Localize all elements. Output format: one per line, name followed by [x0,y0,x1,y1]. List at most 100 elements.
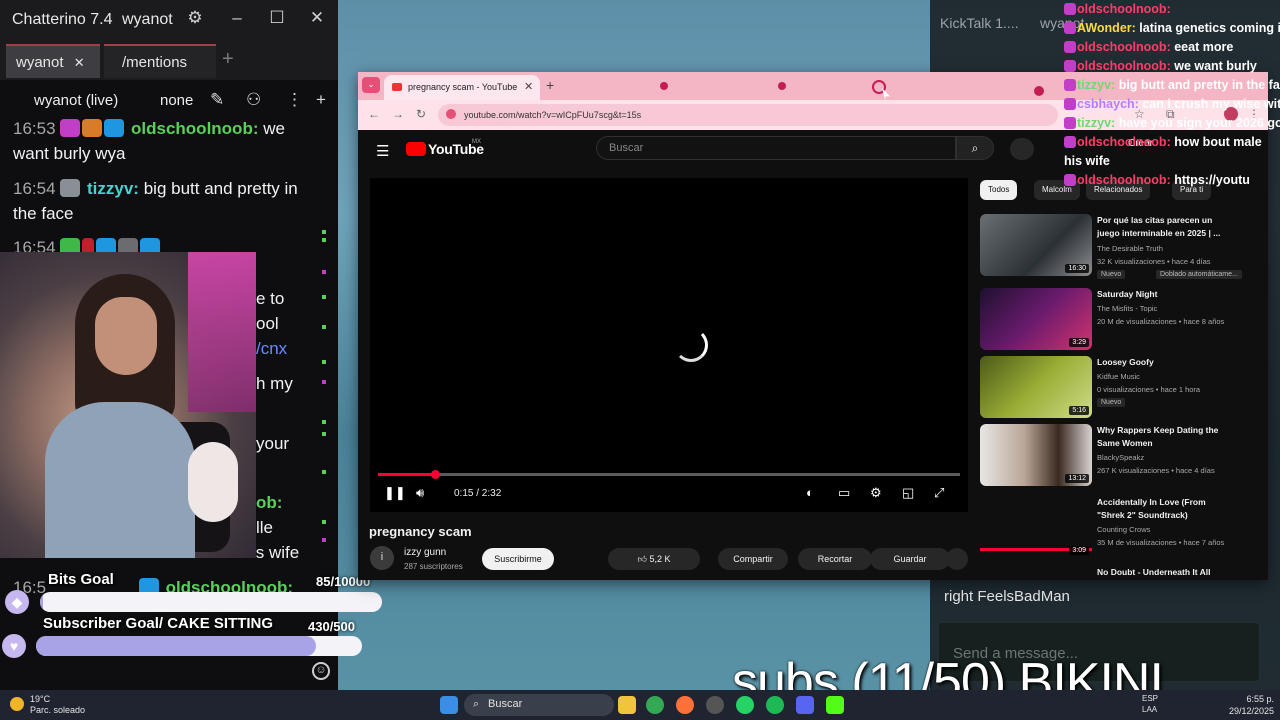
plus-icon[interactable]: + [316,90,326,110]
kicktalk-username[interactable]: oldschoolnoob: [1077,2,1171,16]
recommendation-item[interactable]: 16:30 Por qué las citas parecen un juego… [980,214,1260,279]
language-indicator[interactable]: ESP LAA [1142,693,1158,715]
username[interactable]: tizzyv: [87,179,139,198]
recommendation-channel[interactable]: Kidfue Music [1097,372,1140,381]
close-icon[interactable]: ✕ [74,55,85,70]
add-tab-button[interactable]: + [222,48,234,71]
recommendation-channel[interactable]: The Misfits - Topic [1097,304,1157,313]
search-icon[interactable]: ⌕ [956,136,994,160]
video-player[interactable]: ❚❚ 🔊︎ 0:15 / 2:32 ◐ ▭ ⚙ ◱ ⤢ [370,178,968,512]
discord-icon[interactable] [796,696,814,714]
search-input[interactable]: Buscar [596,136,956,160]
recommendation-title[interactable]: Why Rappers Keep Dating the Same Women [1097,424,1232,450]
recommendation-channel[interactable]: The Desirable Truth [1097,244,1163,253]
address-bar[interactable]: youtube.com/watch?v=wICpFUu7scg&t=15s [438,104,1058,126]
file-explorer-icon[interactable] [618,696,636,714]
channel-name[interactable]: izzy gunn [404,547,446,558]
kicktalk-username[interactable]: csbhaych: [1077,97,1139,111]
recommendation-title[interactable]: Accidentally In Love (From "Shrek 2" Sou… [1097,496,1232,522]
recommendation-channel[interactable]: BlackySpeakz [1097,453,1144,462]
weather-widget[interactable]: 19°C Parc. soleado [8,694,85,716]
new-tab-button[interactable]: + [546,77,554,93]
firefox-icon[interactable] [676,696,694,714]
volume-icon[interactable]: 🔊︎ [416,485,424,501]
share-button[interactable]: Compartir [718,548,788,570]
spotify-icon[interactable] [766,696,784,714]
pencil-icon[interactable]: ✎ [210,90,224,110]
recommendation-item[interactable]: 13:12 Why Rappers Keep Dating the Same W… [980,424,1260,488]
recommendation-title[interactable]: Por qué las citas parecen un juego inter… [1097,214,1232,240]
username[interactable]: oldschoolnoob: [131,119,258,138]
autoplay-toggle-icon[interactable]: ◐ [806,485,814,500]
kicktalk-username[interactable]: oldschoolnoob: [1077,135,1171,149]
recommendation-item[interactable]: 5:16 Loosey Goofy Kidfue Music 0 visuali… [980,356,1260,420]
kicktalk-message: oldschoolnoob: https://youtu [1064,171,1280,190]
channel-name[interactable]: wyanot (live) [34,92,118,109]
subscribe-button[interactable]: Suscribirme [482,548,554,570]
recommendation-item[interactable]: 3:29 Saturday Night The Misfits - Topic … [980,288,1260,352]
recommendation-title[interactable]: No Doubt - Underneath It All [1097,566,1232,579]
microphone-icon[interactable] [1010,138,1034,160]
chrome-icon[interactable] [646,696,664,714]
clock[interactable]: 6:55 p. 29/12/2025 [1204,693,1274,717]
captions-icon[interactable]: ▭ [838,485,850,501]
recommendation-channel[interactable]: Counting Crows [1097,525,1150,534]
progress-bar[interactable] [378,470,960,479]
site-info-icon[interactable] [446,109,456,119]
chat-scrollbar[interactable] [322,120,328,570]
forward-icon[interactable]: → [392,107,404,121]
recommendation-item[interactable]: No Doubt - Underneath It All [980,566,1260,580]
hamburger-menu-icon[interactable]: ☰ [376,142,389,160]
kicktalk-username[interactable]: oldschoolnoob: [1077,173,1171,187]
clip-button[interactable]: Recortar [798,548,872,570]
progress-scrubber[interactable] [431,470,441,479]
save-button[interactable]: Guardar [870,548,950,570]
webcam-feed [0,252,256,558]
close-tab-icon[interactable]: ✕ [524,80,533,93]
emoji-picker-icon[interactable]: ☺ [312,662,330,680]
obs-icon[interactable] [706,696,724,714]
more-icon[interactable]: ⋮ [286,90,303,110]
tab-search-icon[interactable]: ⌄ [362,77,380,93]
kicktalk-username[interactable]: tizzyv: [1077,116,1115,130]
account-name[interactable]: wyanot [122,11,173,29]
youtube-logo-icon[interactable] [406,142,426,156]
thumbnail[interactable]: 13:12 [980,424,1092,486]
fullscreen-icon[interactable]: ⤢ [934,485,944,501]
recommendation-meta: 32 K visualizaciones • hace 4 días [1097,257,1211,266]
chat-mode[interactable]: none [160,92,193,109]
kicktalk-username[interactable]: tizzyv: [1077,78,1115,92]
taskbar-search[interactable]: ⌕ Buscar [464,694,614,716]
close-icon[interactable]: ✕ [304,8,330,28]
kicktalk-username[interactable]: oldschoolnoob: [1077,59,1171,73]
whatsapp-icon[interactable] [736,696,754,714]
chat-link[interactable]: /cnx [256,336,326,361]
recommendation-item[interactable]: 3:09 Accidentally In Love (From "Shrek 2… [980,496,1260,560]
back-icon[interactable]: ← [368,107,380,121]
pause-icon[interactable]: ❚❚ [384,485,406,501]
recommendation-title[interactable]: Loosey Goofy [1097,356,1232,369]
gear-icon[interactable]: ⚙ [182,8,208,28]
maximize-icon[interactable]: ☐ [264,8,290,28]
tab-wyanot[interactable]: wyanot ✕ [6,44,100,78]
thumbnail[interactable]: 3:09 [980,496,1092,558]
minimize-icon[interactable]: – [224,8,250,28]
thumbnail[interactable]: 5:16 [980,356,1092,418]
more-actions-icon[interactable] [946,548,968,570]
recommendation-title[interactable]: Saturday Night [1097,288,1232,301]
miniplayer-icon[interactable]: ◱ [902,485,914,501]
thumbnail[interactable]: 3:29 [980,288,1092,350]
users-icon[interactable]: ⚇ [246,90,261,110]
tab-mentions[interactable]: /mentions [104,44,216,78]
kick-icon[interactable] [826,696,844,714]
like-button[interactable]: 👍︎ 5,2 K [608,548,700,570]
kicktalk-username[interactable]: oldschoolnoob: [1077,40,1171,54]
thumbnail[interactable]: 16:30 [980,214,1092,276]
channel-avatar[interactable]: i [370,546,394,570]
browser-tab-youtube[interactable]: pregnancy scam - YouTube ✕ [384,75,540,100]
kicktalk-username[interactable]: AWonder: [1077,21,1136,35]
start-icon[interactable] [440,696,458,714]
chip-todos[interactable]: Todos [980,180,1018,200]
settings-icon[interactable]: ⚙ [870,485,882,501]
reload-icon[interactable]: ↻ [416,107,426,121]
